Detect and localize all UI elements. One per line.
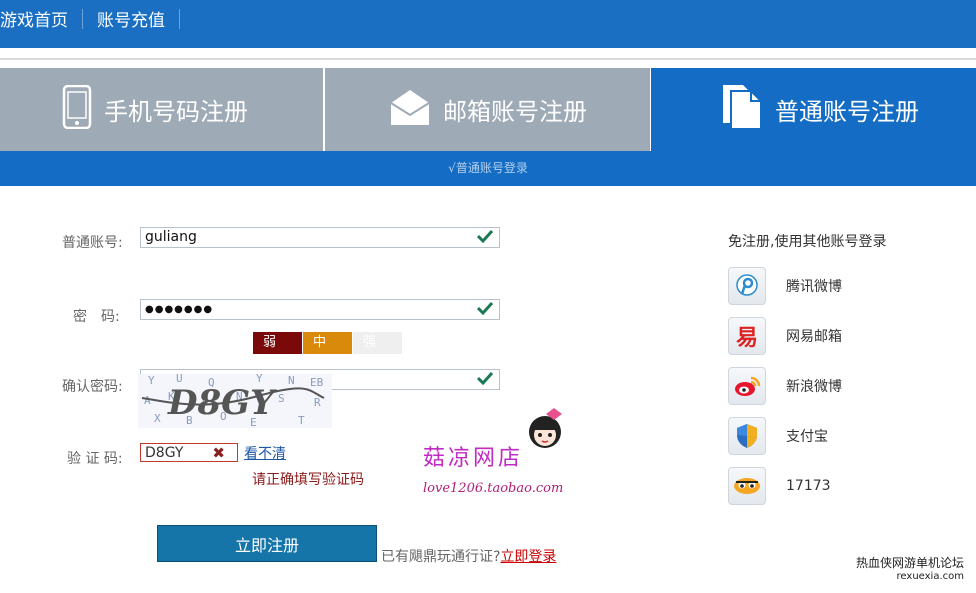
svg-text:T: T — [298, 414, 305, 427]
tab-label: 普通账号注册 — [775, 98, 919, 126]
valid-check-icon — [476, 371, 494, 391]
envelope-icon — [389, 87, 431, 133]
top-nav: 游戏首页 账号充值 — [0, 6, 194, 31]
login-label: 腾讯微博 — [786, 279, 842, 295]
alipay-login[interactable]: 支付宝 — [728, 417, 828, 455]
svg-text:R: R — [314, 396, 321, 409]
captcha-error-message: 请正确填写验证码 — [252, 472, 364, 488]
sina-weibo-icon — [728, 367, 766, 405]
captcha-image[interactable]: Y U Q Y N EB AKUNSR XBOET D8GY — [138, 372, 332, 429]
login-link[interactable]: 立即登录 — [500, 549, 556, 565]
login-hint-bar: √普通账号登录 — [0, 151, 976, 186]
forum-watermark: 热血侠网游单机论坛 rexuexia.com — [856, 556, 964, 584]
captcha-label: 验 证 码: — [67, 451, 123, 467]
svg-text:X: X — [154, 412, 161, 425]
tab-email-register[interactable]: 邮箱账号注册 — [325, 68, 650, 151]
login-label: 支付宝 — [786, 429, 828, 445]
svg-text:Y: Y — [148, 374, 155, 387]
error-x-icon: ✖ — [212, 444, 225, 462]
tencent-weibo-icon — [728, 267, 766, 305]
tab-normal-register[interactable]: 普通账号注册 — [651, 68, 976, 151]
valid-check-icon — [476, 229, 494, 249]
strength-weak: 弱 — [253, 332, 302, 354]
forum-url: rexuexia.com — [896, 571, 964, 582]
tab-phone-register[interactable]: 手机号码注册 — [0, 68, 323, 151]
registration-tabs: 手机号码注册 邮箱账号注册 普通账号注册 — [0, 68, 976, 151]
shop-watermark: 菇凉网店 — [423, 446, 524, 471]
strength-strong: 强 — [353, 332, 402, 354]
17173-login[interactable]: 17173 — [728, 467, 831, 505]
account-input[interactable]: guliang — [140, 227, 500, 248]
svg-text:EB: EB — [310, 376, 324, 389]
tencent-weibo-login[interactable]: 腾讯微博 — [728, 267, 842, 305]
sina-weibo-login[interactable]: 新浪微博 — [728, 367, 842, 405]
top-nav-bar: 游戏首页 账号充值 — [0, 0, 976, 48]
confirm-password-label: 确认密码: — [62, 379, 123, 395]
tab-label: 邮箱账号注册 — [443, 98, 587, 126]
login-label: 网易邮箱 — [786, 329, 842, 345]
login-label: 新浪微博 — [786, 379, 842, 395]
normal-login-link[interactable]: √普通账号登录 — [448, 161, 528, 175]
netease-mail-icon: 易 — [728, 317, 766, 355]
svg-text:S: S — [278, 392, 285, 405]
nav-divider — [82, 8, 83, 29]
tab-label: 手机号码注册 — [104, 98, 248, 126]
valid-check-icon — [476, 301, 494, 322]
register-button[interactable]: 立即注册 — [157, 525, 377, 562]
divider — [0, 58, 976, 60]
have-account-label: 已有飓鼎玩通行证? — [381, 549, 501, 565]
strength-medium: 中 — [303, 332, 352, 354]
forum-name: 热血侠网游单机论坛 — [855, 556, 964, 570]
captcha-value: D8GY — [145, 445, 184, 461]
password-input[interactable]: ●●●●●●● — [140, 299, 500, 320]
captcha-input[interactable]: D8GY ✖ — [140, 443, 238, 462]
password-label: 密 码: — [73, 309, 120, 325]
nav-recharge-link[interactable]: 账号充值 — [97, 6, 165, 31]
login-label: 17173 — [786, 478, 831, 494]
shop-url-watermark: love1206.taobao.com — [423, 481, 564, 496]
svg-text:N: N — [288, 374, 295, 387]
have-account-text: 已有飓鼎玩通行证?立即登录 — [381, 546, 556, 566]
alipay-icon — [728, 417, 766, 455]
netease-mail-login[interactable]: 易 网易邮箱 — [728, 317, 842, 355]
password-value: ●●●●●●● — [145, 304, 214, 315]
documents-icon — [721, 83, 763, 137]
doll-icon — [529, 408, 562, 448]
refresh-captcha-link[interactable]: 看不清 — [244, 443, 286, 463]
third-party-login-title: 免注册,使用其他账号登录 — [728, 234, 887, 250]
svg-text:A: A — [144, 394, 151, 407]
account-label: 普通账号: — [62, 235, 123, 251]
nav-home-link[interactable]: 游戏首页 — [0, 6, 68, 31]
nav-divider — [179, 8, 180, 29]
phone-icon — [62, 84, 92, 135]
account-value: guliang — [145, 229, 197, 245]
17173-icon — [728, 467, 766, 505]
